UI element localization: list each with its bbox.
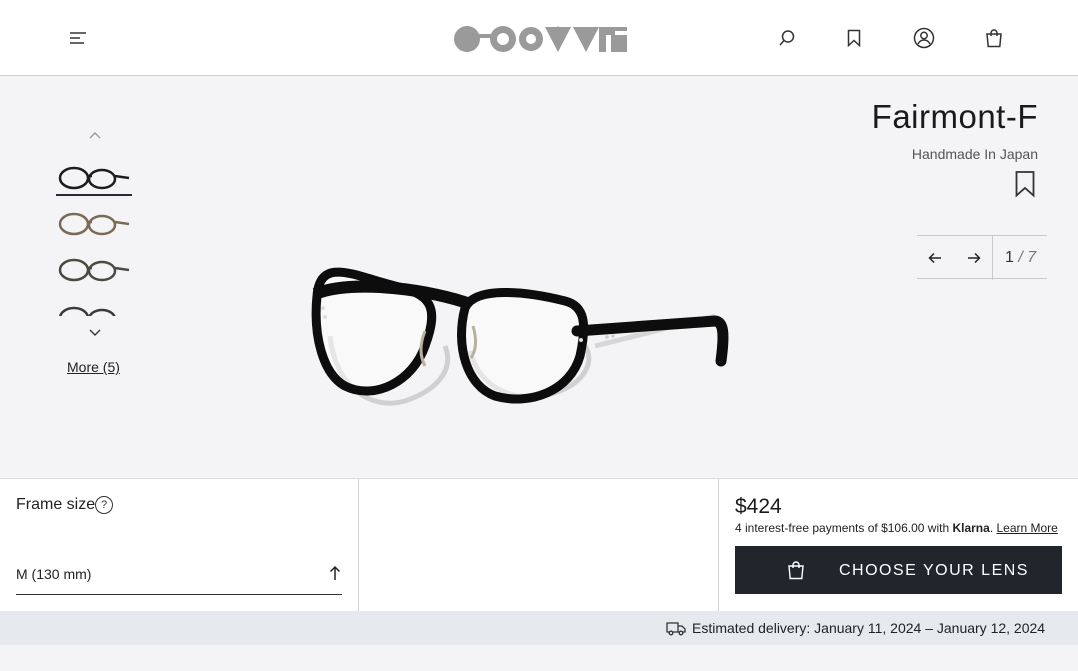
brand-logo[interactable]	[453, 25, 629, 53]
klarna-logo: Klarna	[952, 521, 990, 535]
choose-lens-label: CHOOSE YOUR LENS	[839, 562, 1029, 579]
bag-icon[interactable]	[980, 24, 1008, 52]
product-title: Fairmont-F	[871, 98, 1038, 135]
arrow-up-icon	[329, 565, 341, 580]
thumbnail-grey[interactable]	[56, 304, 132, 316]
truck-icon	[666, 622, 686, 636]
frame-size-label: Frame size	[16, 496, 96, 513]
frame-size-select[interactable]: M (130 mm)	[16, 557, 342, 595]
product-hero: More (5) Fairmont-F Handmade In Japan 1 …	[0, 76, 1078, 478]
arrow-left-icon[interactable]	[921, 244, 949, 272]
more-colors-link[interactable]: More (5)	[67, 359, 120, 375]
delivery-estimate: Estimated delivery: January 11, 2024 – J…	[692, 620, 1046, 636]
pager-divider	[992, 236, 993, 280]
search-icon[interactable]	[773, 24, 801, 52]
help-icon[interactable]: ?	[95, 496, 113, 514]
thumbnail-black[interactable]	[56, 164, 132, 196]
arrow-right-icon[interactable]	[960, 244, 988, 272]
column-divider	[718, 479, 719, 612]
bookmark-icon[interactable]	[840, 24, 868, 52]
product-image	[311, 267, 729, 406]
delivery-bar: Estimated delivery: January 11, 2024 – J…	[0, 611, 1078, 645]
pager-count: 1 / 7	[1005, 249, 1037, 266]
site-header	[0, 0, 1078, 76]
frame-size-value: M (130 mm)	[16, 566, 92, 582]
user-icon[interactable]	[910, 24, 938, 52]
menu-icon[interactable]	[64, 24, 92, 52]
choose-lens-button[interactable]: CHOOSE YOUR LENS	[735, 546, 1062, 594]
thumbnail-olive[interactable]	[56, 256, 132, 288]
installment-info: 4 interest-free payments of $106.00 with…	[735, 521, 1058, 535]
bookmark-icon[interactable]	[1014, 170, 1036, 198]
chevron-down-icon[interactable]	[89, 329, 101, 337]
bag-icon	[788, 561, 804, 580]
product-price: $424	[735, 495, 782, 518]
learn-more-link[interactable]: Learn More	[996, 521, 1057, 535]
product-subtitle: Handmade In Japan	[911, 146, 1038, 162]
column-divider	[358, 479, 359, 612]
purchase-panel: Frame size ? M (130 mm) $424 4 interest-…	[0, 478, 1078, 612]
thumbnail-brown[interactable]	[56, 210, 132, 242]
image-pager: 1 / 7	[917, 235, 1047, 280]
chevron-up-icon[interactable]	[89, 131, 101, 139]
